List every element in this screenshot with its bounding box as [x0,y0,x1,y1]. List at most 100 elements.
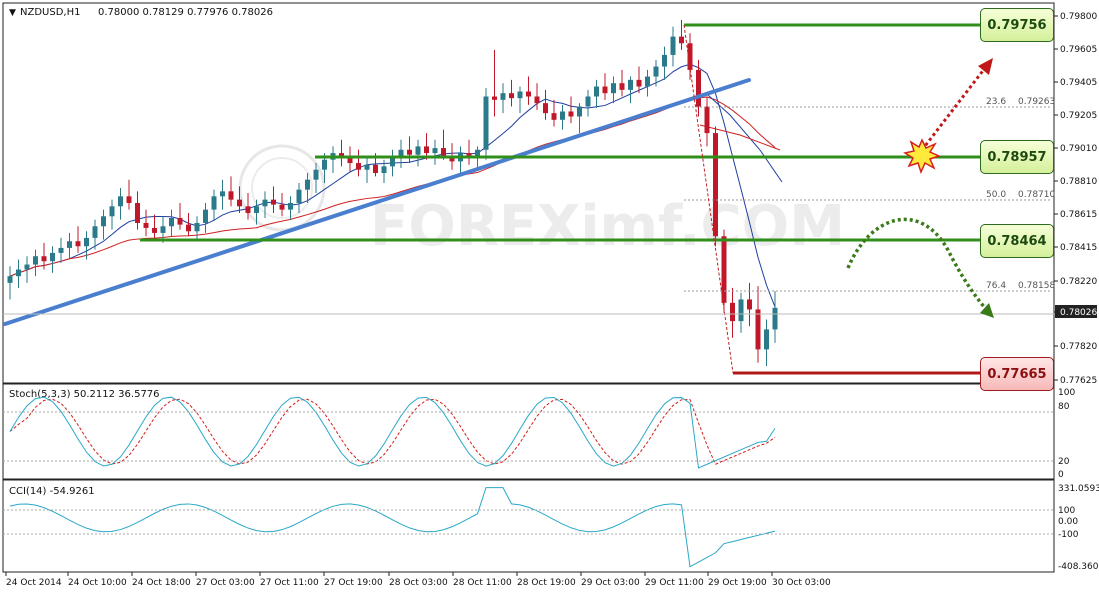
candle[interactable] [169,209,174,237]
level-label-4[interactable]: 0.77665 [980,357,1054,391]
time-tick-label: 29 Oct 11:00 [645,578,704,588]
candle[interactable] [118,188,123,220]
stoch-tick-label: 100 [1058,388,1075,398]
cci-line [9,487,776,568]
candle[interactable] [747,282,752,327]
candle[interactable] [543,89,548,120]
candle[interactable] [24,256,30,283]
price-tick-label: 0.79800 [1060,12,1097,22]
candle[interactable] [67,232,72,260]
price-tick-label: 0.79010 [1060,144,1097,154]
candle[interactable] [551,99,557,127]
candle[interactable] [577,103,582,134]
candle[interactable] [517,86,523,114]
candle[interactable] [109,199,115,230]
cci-label: CCI(14) -54.9261 [9,486,95,497]
candle[interactable] [279,193,285,217]
candle[interactable] [772,291,778,343]
time-tick-label: 28 Oct 19:00 [517,578,576,588]
candle[interactable] [271,186,276,213]
candle[interactable] [526,76,531,105]
price-tick-label: 0.78415 [1060,243,1097,253]
candle[interactable] [152,214,157,240]
candle[interactable] [560,104,565,130]
candle[interactable] [16,259,21,288]
candle[interactable] [211,189,217,222]
candle[interactable] [738,292,744,333]
candle[interactable] [296,183,302,213]
candle[interactable] [432,139,438,165]
candle[interactable] [662,46,667,80]
price-tick-label: 0.79605 [1060,45,1097,55]
time-tick-label: 27 Oct 19:00 [324,578,383,588]
candle[interactable] [670,26,676,67]
candle[interactable] [483,88,489,160]
chart-canvas[interactable]: FOREXimf.COM ▼ NZDUSD,H1 0.78000 0.78129… [0,0,1099,591]
candle[interactable] [33,249,38,277]
time-tick-label: 27 Oct 11:00 [260,578,319,588]
candle[interactable] [356,149,361,177]
candle[interactable] [764,319,769,367]
candle[interactable] [704,96,710,147]
candle[interactable] [415,139,421,167]
candle[interactable] [492,49,497,117]
candle[interactable] [407,136,412,164]
candle[interactable] [645,69,650,97]
candle[interactable] [203,202,208,233]
stoch-pane [2,383,1055,480]
ma-fast-line [9,63,776,308]
candle[interactable] [126,179,132,210]
candle[interactable] [594,79,599,109]
candle[interactable] [390,149,395,177]
candle[interactable] [364,156,370,184]
candle[interactable] [602,73,608,100]
candle[interactable] [50,246,55,273]
level-label-3[interactable]: 0.78464 [980,224,1054,258]
candle[interactable] [58,237,64,263]
stoch-tick-label: 20 [1058,457,1070,467]
candle[interactable] [509,79,514,107]
candle[interactable] [755,286,761,363]
candle[interactable] [713,126,718,247]
fib-pct-2: 50.0 [986,190,1006,200]
cci-tick-label: 0.00 [1058,517,1078,527]
candle[interactable] [534,83,540,110]
ma-slow-projection [699,124,781,151]
time-tick-label: 28 Oct 11:00 [453,578,512,588]
candle[interactable] [177,202,183,230]
candle[interactable] [730,287,735,338]
candle[interactable] [220,179,225,210]
candle[interactable] [619,69,625,97]
candle[interactable] [628,76,633,104]
candle[interactable] [194,216,200,242]
time-tick-label: 28 Oct 03:00 [389,578,448,588]
candle[interactable] [441,129,446,160]
candle[interactable] [466,139,472,165]
fib-pct-3: 76.4 [986,281,1006,291]
candle[interactable] [458,146,463,174]
candle[interactable] [186,212,191,237]
level-label-1[interactable]: 0.79756 [980,8,1054,42]
candle[interactable] [75,226,81,253]
candle[interactable] [228,176,234,207]
candle[interactable] [653,59,659,87]
candle[interactable] [568,96,574,124]
candle[interactable] [500,83,506,114]
candle[interactable] [721,229,727,313]
candle[interactable] [143,209,149,237]
candle[interactable] [611,76,616,104]
candle[interactable] [7,266,13,300]
bullish-arrow-icon [920,58,993,151]
level-label-2[interactable]: 0.78957 [980,140,1054,174]
watermark-text: FOREXimf.COM [370,194,845,259]
candle[interactable] [101,209,106,240]
candle[interactable] [398,139,404,169]
price-tick-label: 0.77820 [1060,342,1097,352]
candle[interactable] [585,89,591,117]
candle[interactable] [347,146,353,172]
ma-fast-projection [707,94,783,183]
candle[interactable] [135,191,140,230]
candle[interactable] [330,146,336,174]
candle[interactable] [679,19,684,50]
candle[interactable] [339,139,344,167]
